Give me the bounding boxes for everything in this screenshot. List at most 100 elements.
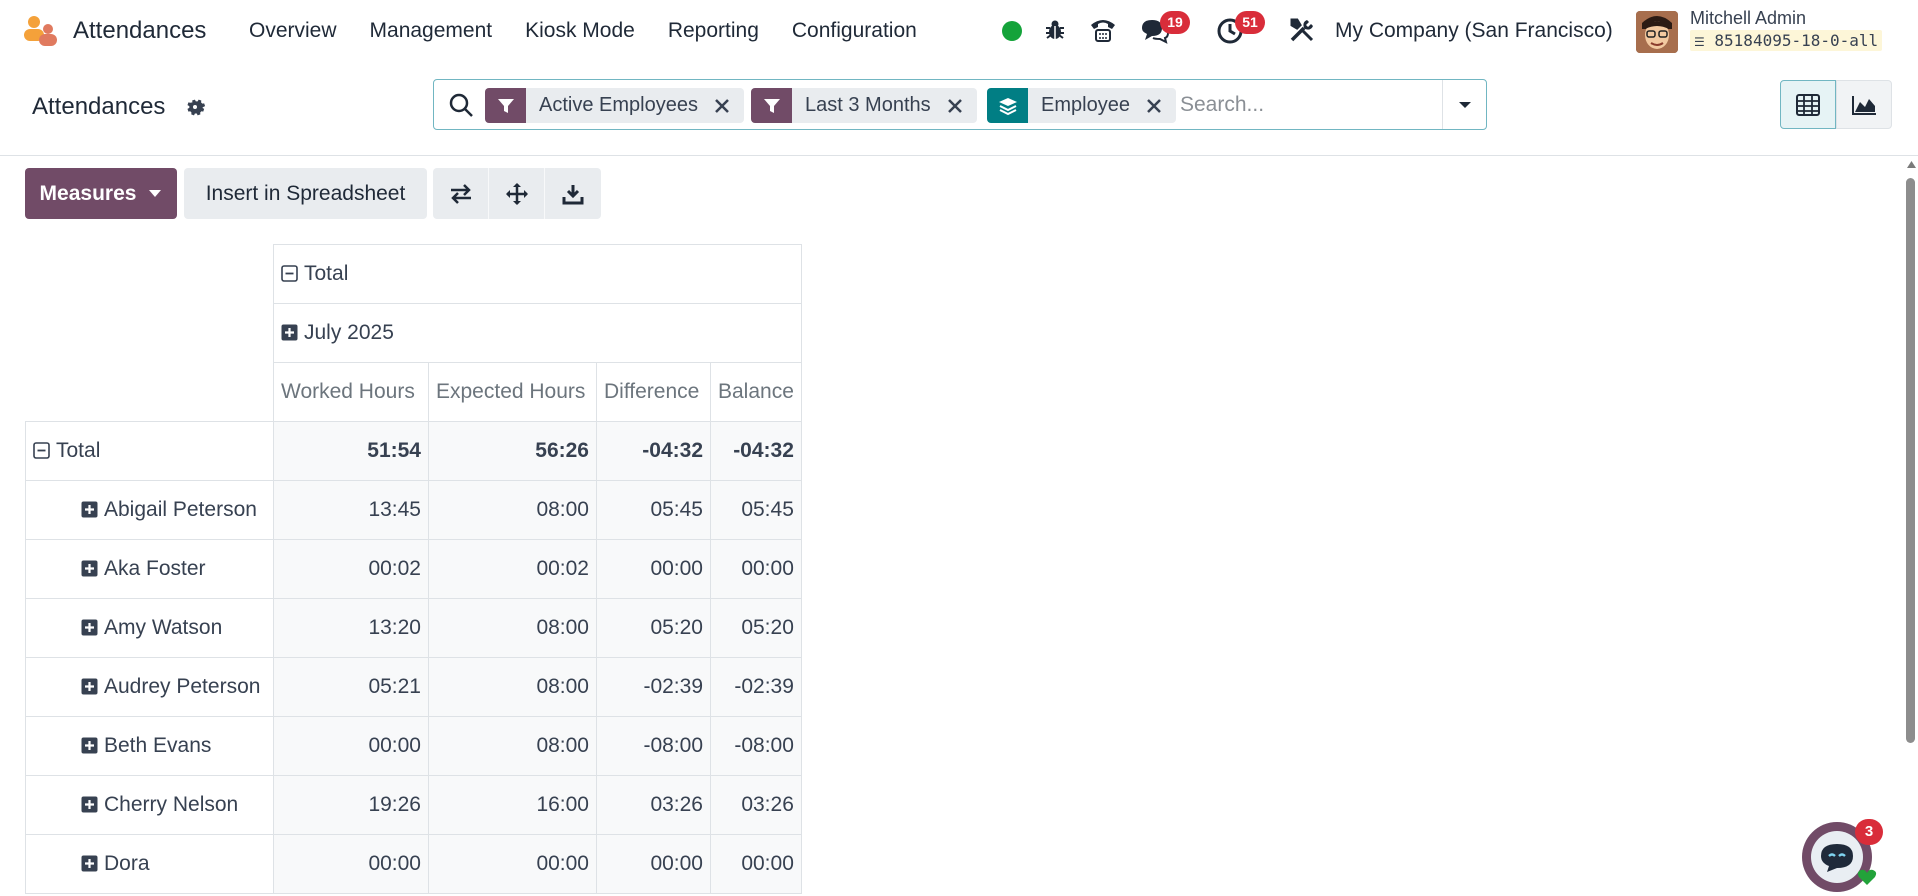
cell-value[interactable]: 16:00: [428, 775, 597, 835]
caret-down-icon: [149, 190, 162, 197]
pivot-row-header[interactable]: Beth Evans: [25, 716, 274, 776]
measure-header-balance[interactable]: Balance: [710, 362, 802, 422]
pivot-row-header[interactable]: Aka Foster: [25, 539, 274, 599]
close-icon[interactable]: [710, 94, 734, 118]
graph-view-button[interactable]: [1836, 80, 1892, 129]
cell-value[interactable]: 05:45: [596, 480, 711, 540]
close-icon[interactable]: [1142, 94, 1166, 118]
pivot-row-header[interactable]: Abigail Peterson: [25, 480, 274, 540]
menu-configuration[interactable]: Configuration: [792, 19, 917, 43]
row-label: Beth Evans: [104, 734, 212, 757]
menu-overview[interactable]: Overview: [249, 19, 337, 43]
cell-value[interactable]: 00:02: [428, 539, 597, 599]
database-name: ☰ 85184095-18-0-all: [1690, 30, 1883, 51]
measure-header-expected-hours[interactable]: Expected Hours: [428, 362, 597, 422]
facet-label: Active Employees: [539, 94, 698, 116]
cell-value[interactable]: 00:00: [428, 834, 597, 894]
cell-value[interactable]: 08:00: [428, 716, 597, 776]
cell-value[interactable]: 05:20: [596, 598, 711, 658]
cell-value[interactable]: 00:00: [710, 539, 802, 599]
measures-label: Measures: [39, 181, 137, 205]
livechat-badge: 3: [1855, 819, 1883, 845]
expand-icon: [281, 324, 298, 341]
gear-icon[interactable]: [184, 96, 206, 118]
flip-axis-button[interactable]: [433, 168, 489, 219]
table-row: Cherry Nelson 19:26 16:00 03:26 03:26: [25, 775, 802, 835]
measure-header-worked-hours[interactable]: Worked Hours: [273, 362, 429, 422]
cell-value[interactable]: 08:00: [428, 480, 597, 540]
presence-status-icon[interactable]: [1002, 21, 1022, 41]
menu-kiosk-mode[interactable]: Kiosk Mode: [525, 19, 635, 43]
row-label: Cherry Nelson: [104, 793, 239, 816]
cell-value[interactable]: 05:21: [273, 657, 429, 717]
row-label: Dora: [104, 852, 150, 875]
user-name[interactable]: Mitchell Admin: [1690, 8, 1806, 29]
cell-value[interactable]: 00:00: [596, 834, 711, 894]
cell-value[interactable]: 03:26: [710, 775, 802, 835]
bug-icon[interactable]: [1043, 18, 1067, 42]
table-row: Aka Foster 00:02 00:02 00:00 00:00: [25, 539, 802, 599]
cell-value[interactable]: 00:00: [273, 834, 429, 894]
cell-value[interactable]: 13:45: [273, 480, 429, 540]
user-avatar[interactable]: [1636, 11, 1678, 53]
pivot-col-header-month[interactable]: July 2025: [273, 303, 802, 363]
app-name[interactable]: Attendances: [73, 17, 206, 45]
cell-value[interactable]: 00:00: [596, 539, 711, 599]
close-icon[interactable]: [943, 94, 967, 118]
facet-employee-groupby: Employee: [987, 88, 1176, 123]
cell-value[interactable]: 13:20: [273, 598, 429, 658]
cell-value[interactable]: -02:39: [710, 657, 802, 717]
pivot-col-header-total[interactable]: Total: [273, 244, 802, 304]
measures-button[interactable]: Measures: [25, 168, 177, 219]
pivot-row-header[interactable]: Amy Watson: [25, 598, 274, 658]
cell-value[interactable]: -04:32: [596, 421, 711, 481]
page-title: Attendances: [32, 93, 166, 120]
menu-management[interactable]: Management: [370, 19, 493, 43]
measure-header-difference[interactable]: Difference: [596, 362, 711, 422]
cell-value[interactable]: 05:20: [710, 598, 802, 658]
cell-value[interactable]: 51:54: [273, 421, 429, 481]
cell-value[interactable]: 56:26: [428, 421, 597, 481]
scroll-up-arrow-icon[interactable]: [1907, 160, 1916, 168]
menu-reporting[interactable]: Reporting: [668, 19, 759, 43]
corner-cell: [26, 245, 274, 304]
cell-value[interactable]: 05:45: [710, 480, 802, 540]
attendances-app-icon[interactable]: [22, 14, 58, 48]
table-icon: [1796, 93, 1820, 116]
pivot-row-header[interactable]: Cherry Nelson: [25, 775, 274, 835]
caret-down-icon: [1458, 101, 1471, 108]
expand-all-button[interactable]: [489, 168, 545, 219]
cell-value[interactable]: 00:00: [273, 716, 429, 776]
pivot-row-header[interactable]: Audrey Peterson: [25, 657, 274, 717]
cell-value[interactable]: -04:32: [710, 421, 802, 481]
pivot-row-header-total[interactable]: Total: [25, 421, 274, 481]
cell-value[interactable]: 00:00: [710, 834, 802, 894]
download-button[interactable]: [545, 168, 601, 219]
pivot-view-button[interactable]: [1780, 80, 1836, 129]
search-options-toggle[interactable]: [1442, 80, 1486, 129]
collapse-icon: [33, 442, 50, 459]
cell-value[interactable]: 00:02: [273, 539, 429, 599]
pivot-row-header[interactable]: Dora: [25, 834, 274, 894]
search-input[interactable]: [1180, 90, 1440, 120]
expand-icon: [81, 796, 98, 813]
facet-active-employees: Active Employees: [485, 88, 744, 123]
cell-value[interactable]: -02:39: [596, 657, 711, 717]
row-label: Amy Watson: [104, 616, 223, 639]
cell-value[interactable]: -08:00: [710, 716, 802, 776]
row-label: Audrey Peterson: [104, 675, 261, 698]
insert-in-spreadsheet-button[interactable]: Insert in Spreadsheet: [184, 168, 427, 219]
company-switcher[interactable]: My Company (San Francisco): [1335, 19, 1613, 43]
header-label: July 2025: [304, 321, 394, 344]
phone-icon[interactable]: [1088, 15, 1118, 45]
scrollbar-thumb[interactable]: [1906, 178, 1915, 743]
cell-value[interactable]: 08:00: [428, 657, 597, 717]
cell-value[interactable]: -08:00: [596, 716, 711, 776]
cell-value[interactable]: 19:26: [273, 775, 429, 835]
cell-value[interactable]: 08:00: [428, 598, 597, 658]
table-row: Beth Evans 00:00 08:00 -08:00 -08:00: [25, 716, 802, 776]
search-icon[interactable]: [448, 92, 474, 118]
tools-icon[interactable]: [1289, 17, 1315, 43]
cell-value[interactable]: 03:26: [596, 775, 711, 835]
main-menu: Overview Management Kiosk Mode Reporting…: [249, 19, 950, 43]
